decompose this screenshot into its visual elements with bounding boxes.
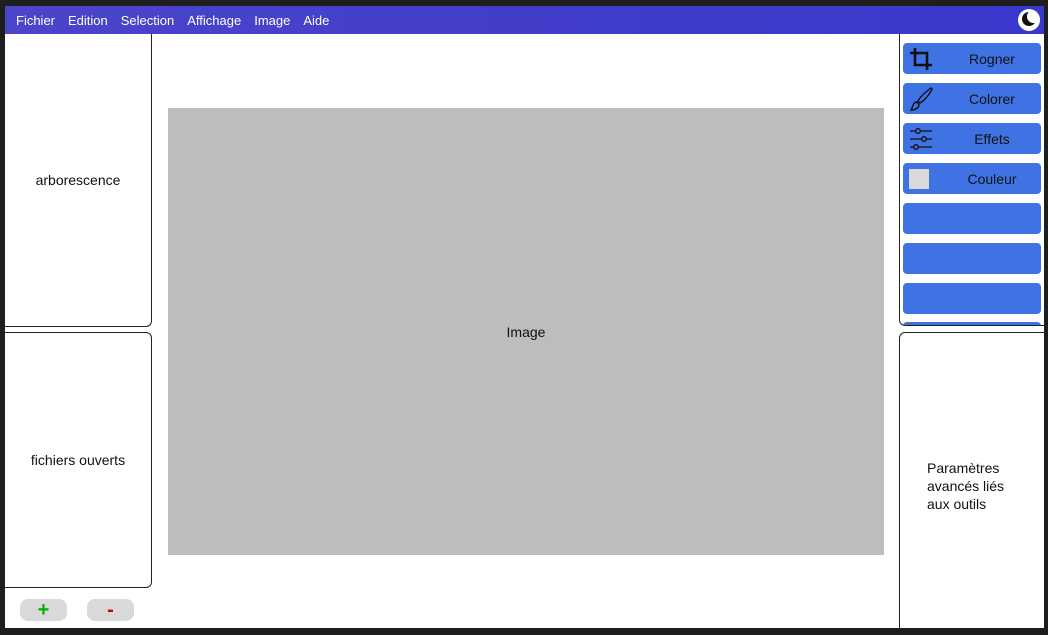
tool-color-button[interactable]: Couleur [903,163,1041,194]
menu-image[interactable]: Image [254,13,290,28]
tree-label: arborescence [35,172,121,188]
tool-partial-button[interactable] [903,322,1041,325]
tools-panel: Rogner Colorer Effets Couleur [899,34,1044,326]
canvas-label: Image [506,323,546,340]
minus-icon: - [107,599,114,621]
color-swatch[interactable] [909,169,929,189]
tool-label: Couleur [967,170,1017,187]
app-window: Fichier Edition Selection Affichage Imag… [5,6,1044,628]
crop-icon [910,48,932,70]
open-files-label: fichiers ouverts [30,452,126,468]
tool-empty-button[interactable] [903,243,1041,274]
tool-empty-button[interactable] [903,203,1041,234]
plus-icon: + [37,599,50,621]
menu-fichier[interactable]: Fichier [16,13,55,28]
menu-selection[interactable]: Selection [121,13,174,28]
tool-crop-button[interactable]: Rogner [903,43,1041,74]
tool-settings-panel: Paramètres avancés liés aux outils [899,332,1044,628]
tool-effects-button[interactable]: Effets [903,123,1041,154]
remove-button[interactable]: - [87,599,134,621]
tree-panel: arborescence [5,34,152,327]
tool-label: Rogner [969,50,1015,67]
menu-affichage[interactable]: Affichage [187,13,241,28]
tool-brush-button[interactable]: Colorer [903,83,1041,114]
sliders-icon [910,128,932,150]
tool-label: Effets [974,130,1010,147]
tool-settings-label: Paramètres avancés liés aux outils [927,460,1005,512]
image-canvas[interactable]: Image [168,108,884,555]
add-button[interactable]: + [20,599,67,621]
open-files-panel: fichiers ouverts [5,332,152,588]
menu-aide[interactable]: Aide [303,13,329,28]
brush-icon [909,87,933,111]
tool-empty-button[interactable] [903,283,1041,314]
menu-bar: Fichier Edition Selection Affichage Imag… [5,6,1044,34]
moon-icon[interactable] [1018,9,1040,31]
tool-label: Colorer [969,90,1015,107]
menu-edition[interactable]: Edition [68,13,108,28]
